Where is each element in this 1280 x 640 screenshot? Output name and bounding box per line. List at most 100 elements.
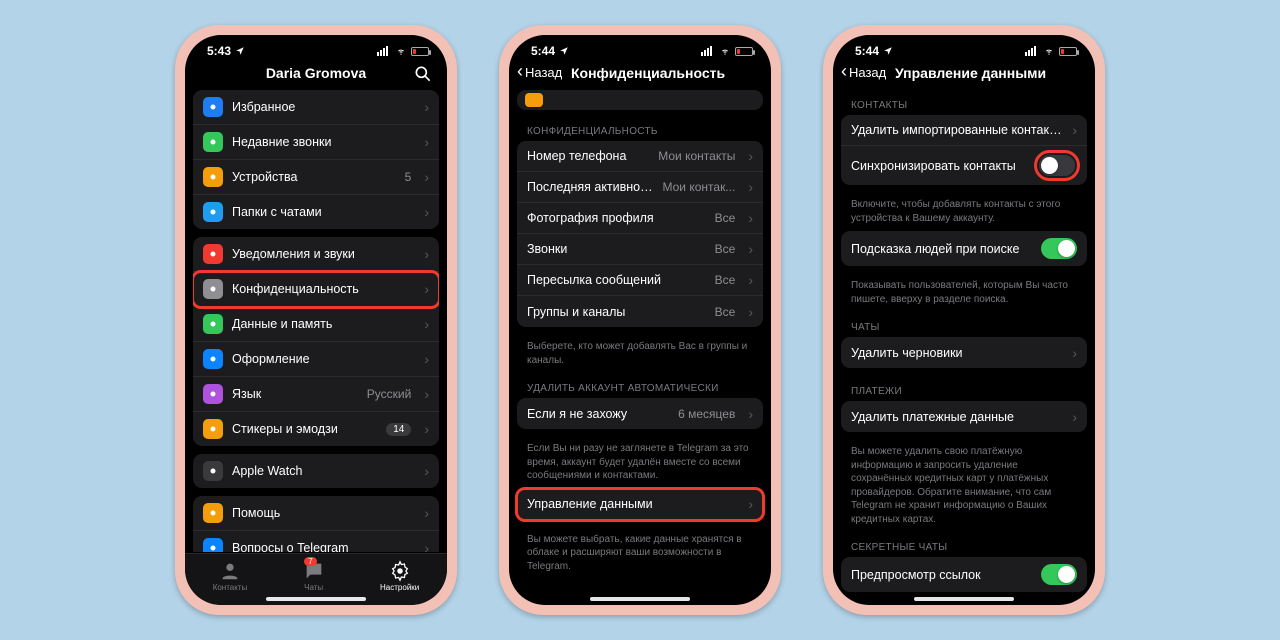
row-label: Удалить черновики: [851, 346, 1063, 360]
chevron-right-icon: ›: [424, 540, 429, 552]
settings-row[interactable]: Оформление›: [193, 342, 439, 377]
settings-row[interactable]: Стикеры и эмодзи14›: [193, 412, 439, 446]
battery-icon: [1059, 47, 1077, 56]
settings-row[interactable]: Вопросы о Telegram ›: [193, 531, 439, 552]
row-app-icon: [203, 244, 223, 264]
section-footer: Вы можете удалить свою платёжную информа…: [841, 440, 1087, 532]
privacy-scroll[interactable]: КОНФИДЕНЦИАЛЬНОСТЬ Номер телефонаМои кон…: [509, 90, 771, 596]
settings-row[interactable]: Уведомления и звуки›: [193, 237, 439, 272]
settings-scroll[interactable]: Избранное›Недавние звонки›Устройства5›Па…: [185, 90, 447, 552]
navbar: ‹ Назад Управление данными: [833, 60, 1095, 90]
settings-row[interactable]: Предпросмотр ссылок: [841, 557, 1087, 592]
tab-label: Чаты: [304, 583, 323, 592]
home-indicator[interactable]: [914, 597, 1014, 601]
battery-icon: [411, 47, 429, 56]
location-icon: [559, 46, 569, 56]
settings-row[interactable]: Apple Watch ›: [193, 454, 439, 488]
settings-row[interactable]: ЯзыкРусский›: [193, 377, 439, 412]
row-label: Вопросы о Telegram: [232, 541, 415, 552]
row-app-icon: [203, 419, 223, 439]
back-label: Назад: [849, 65, 886, 80]
tab-chats[interactable]: 7 Чаты: [303, 560, 325, 592]
tab-contacts[interactable]: Контакты: [213, 560, 248, 592]
settings-row[interactable]: Последняя активностьМои контак...›: [517, 172, 763, 203]
settings-row[interactable]: Синхронизировать контакты: [841, 146, 1087, 185]
cellular-icon: [1025, 46, 1039, 56]
settings-row[interactable]: Удалить черновики ›: [841, 337, 1087, 368]
clock: 5:43: [207, 44, 231, 58]
search-icon[interactable]: [413, 64, 433, 84]
settings-row[interactable]: Устройства5›: [193, 160, 439, 195]
chevron-right-icon: ›: [1072, 122, 1077, 138]
navbar: Daria Gromova: [185, 60, 447, 90]
settings-row[interactable]: Управление данными›: [517, 489, 763, 520]
chevron-right-icon: ›: [424, 281, 429, 297]
toggle-switch[interactable]: [1041, 238, 1077, 259]
chevron-right-icon: ›: [748, 406, 753, 422]
page-title: Конфиденциальность: [571, 65, 761, 81]
section-footer: Выберете, кто может добавлять Вас в груп…: [517, 335, 763, 373]
settings-row[interactable]: Пересылка сообщенийВсе›: [517, 265, 763, 296]
row-label: Язык: [232, 387, 358, 401]
wifi-icon: [394, 46, 408, 56]
row-app-icon: [203, 132, 223, 152]
row-label: Папки с чатами: [232, 205, 415, 219]
row-app-icon: [203, 461, 223, 481]
settings-row[interactable]: Если я не захожу6 месяцев›: [517, 398, 763, 429]
settings-row[interactable]: Помощь ›: [193, 496, 439, 531]
chats-badge: 7: [304, 557, 316, 566]
chevron-right-icon: ›: [1072, 345, 1077, 361]
row-app-icon: [203, 384, 223, 404]
settings-row[interactable]: Данные и память›: [193, 307, 439, 342]
row-value: Все: [715, 305, 736, 319]
home-indicator[interactable]: [590, 597, 690, 601]
settings-row[interactable]: Удалить импортированные контакты›: [841, 115, 1087, 146]
chevron-right-icon: ›: [424, 246, 429, 262]
home-indicator[interactable]: [266, 597, 366, 601]
toggle-switch[interactable]: [1039, 155, 1075, 176]
settings-row[interactable]: Подсказка людей при поиске: [841, 231, 1087, 266]
settings-row[interactable]: Папки с чатами›: [193, 195, 439, 229]
chevron-right-icon: ›: [424, 463, 429, 479]
battery-icon: [735, 47, 753, 56]
tab-settings[interactable]: Настройки: [380, 560, 419, 592]
row-label: Конфиденциальность: [232, 282, 415, 296]
settings-row[interactable]: Избранное›: [193, 90, 439, 125]
row-value: 5: [405, 170, 412, 184]
chevron-right-icon: ›: [748, 179, 753, 195]
settings-row[interactable]: Недавние звонки›: [193, 125, 439, 160]
row-app-icon: [203, 167, 223, 187]
chevron-right-icon: ›: [424, 351, 429, 367]
chevron-right-icon: ›: [748, 148, 753, 164]
settings-row[interactable]: Группы и каналыВсе›: [517, 296, 763, 327]
tab-label: Настройки: [380, 583, 419, 592]
phone-frame-1: 5:43 Daria Gromova Избранное›Недавние зв…: [175, 25, 457, 615]
chevron-right-icon: ›: [748, 304, 753, 320]
settings-row[interactable]: Удалить платежные данные›: [841, 401, 1087, 432]
row-label: Избранное: [232, 100, 415, 114]
row-app-icon: [203, 97, 223, 117]
row-label: Apple Watch: [232, 464, 415, 478]
chevron-right-icon: ›: [424, 505, 429, 521]
section-header: УДАЛИТЬ АККАУНТ АВТОМАТИЧЕСКИ: [517, 373, 763, 398]
row-value: Мои контакты: [658, 149, 735, 163]
settings-row[interactable]: Конфиденциальность ›: [193, 272, 439, 307]
row-badge: 14: [386, 423, 411, 436]
settings-row[interactable]: Номер телефона Мои контакты ›: [517, 141, 763, 172]
chevron-left-icon: ‹: [841, 62, 847, 80]
back-button[interactable]: ‹ Назад: [517, 64, 562, 80]
row-label: Если я не захожу: [527, 407, 669, 421]
row-label: Предпросмотр ссылок: [851, 568, 1032, 582]
settings-row[interactable]: Фотография профиляВсе›: [517, 203, 763, 234]
row-app-icon: [203, 314, 223, 334]
back-button[interactable]: ‹ Назад: [841, 64, 886, 80]
row-label: Номер телефона: [527, 149, 649, 163]
row-label: Звонки: [527, 242, 706, 256]
row-label: Фотография профиля: [527, 211, 706, 225]
row-label: Удалить платежные данные: [851, 410, 1063, 424]
chevron-right-icon: ›: [424, 386, 429, 402]
data-mgmt-scroll[interactable]: КОНТАКТЫ Удалить импортированные контакт…: [833, 90, 1095, 596]
settings-row[interactable]: ЗвонкиВсе›: [517, 234, 763, 265]
toggle-switch[interactable]: [1041, 564, 1077, 585]
row-label: Помощь: [232, 506, 415, 520]
